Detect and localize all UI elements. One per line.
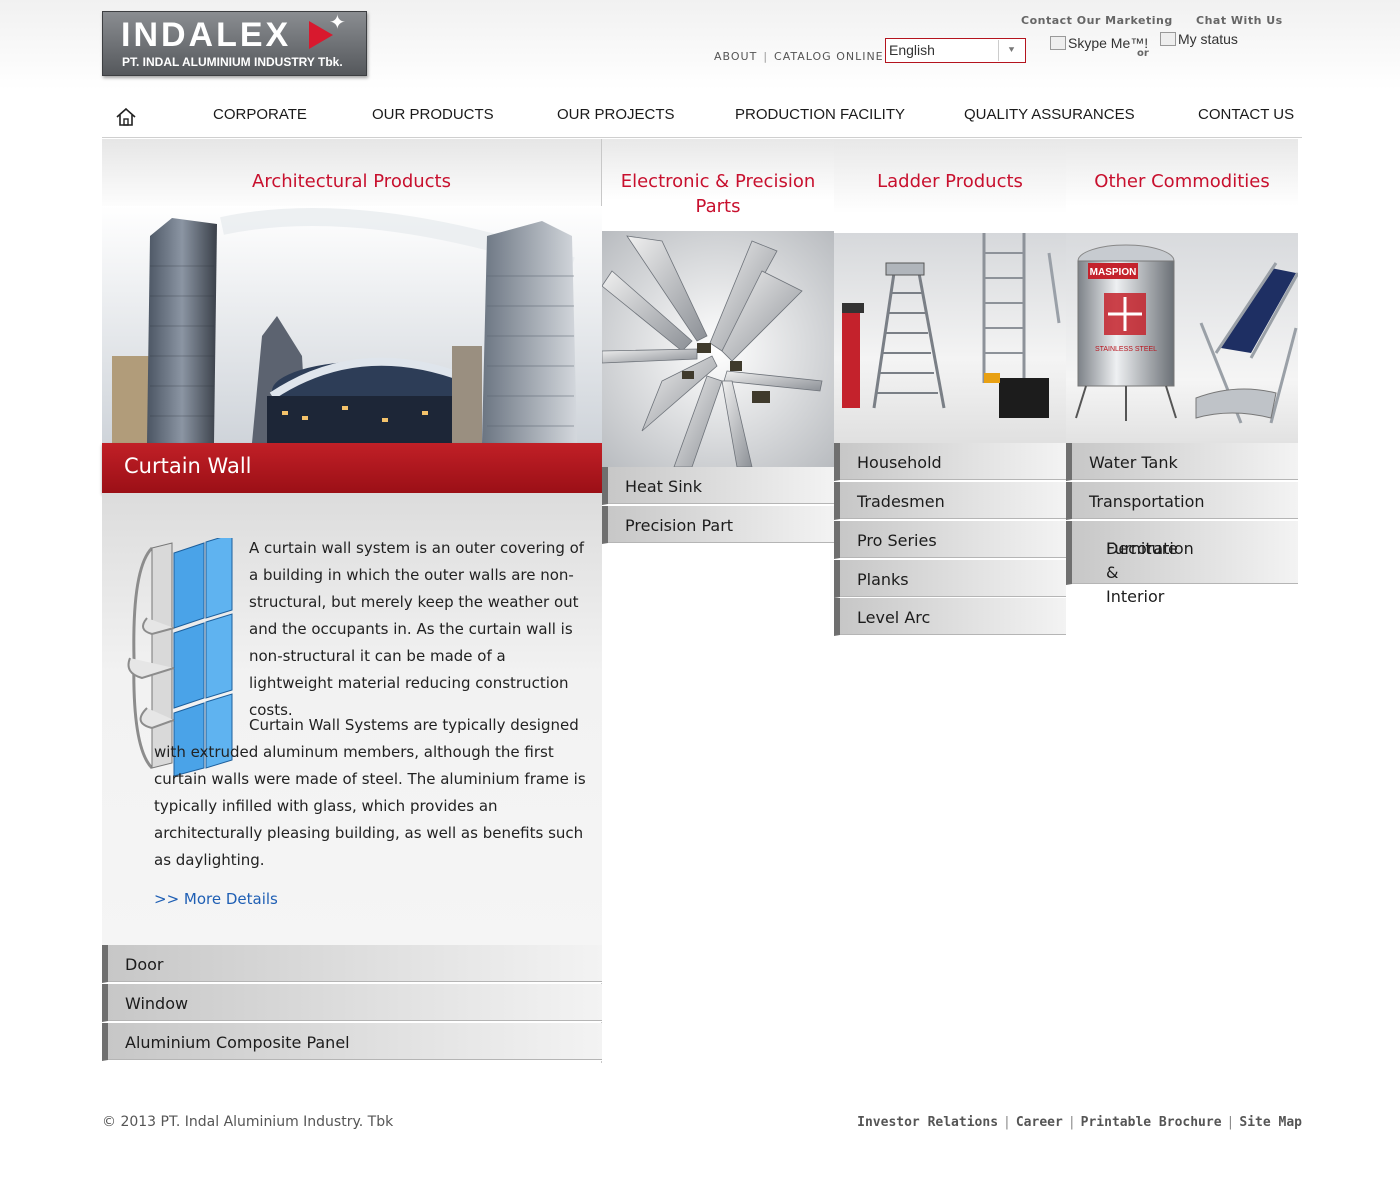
investor-relations-link[interactable]: Investor Relations <box>857 1115 998 1130</box>
my-status-alt-text: My status <box>1178 31 1238 47</box>
logo-wordmark: INDALEX <box>121 16 292 54</box>
other-commodities-heading[interactable]: Other Commodities <box>1066 169 1298 194</box>
ladder-products-column: Ladder Products Household Tradesmen Pro … <box>834 139 1066 637</box>
menu-item-furniture-interior-decoration[interactable]: Furniture & Interior Decoration <box>1066 521 1298 606</box>
skype-or-label: or <box>1137 48 1149 59</box>
menu-item-transportation[interactable]: Transportation <box>1066 482 1298 520</box>
menu-item-label: Pro Series <box>857 531 937 550</box>
company-logo[interactable]: INDALEX PT. INDAL ALUMINIUM INDUSTRY Tbk… <box>102 11 367 76</box>
curtain-wall-paragraph-1: A curtain wall system is an outer coveri… <box>249 539 585 719</box>
menu-item-household[interactable]: Household <box>834 443 1066 481</box>
career-link[interactable]: Career <box>1016 1115 1063 1130</box>
nav-our-products[interactable]: OUR PRODUCTS <box>372 106 494 123</box>
separator: | <box>1226 1115 1235 1130</box>
menu-item-heat-sink[interactable]: Heat Sink <box>602 467 834 505</box>
catalog-online-link[interactable]: CATALOG ONLINE <box>774 50 884 63</box>
nav-production-facility[interactable]: PRODUCTION FACILITY <box>735 106 905 123</box>
more-details-link[interactable]: >> More Details <box>154 890 278 908</box>
menu-item-label: Transportation <box>1089 492 1205 511</box>
menu-item-label: Door <box>125 955 164 974</box>
architectural-products-heading[interactable]: Architectural Products <box>102 169 601 194</box>
separator: | <box>763 50 769 63</box>
curtain-wall-banner[interactable]: Curtain Wall <box>102 443 602 493</box>
menu-item-label: Tradesmen <box>857 492 945 511</box>
menu-item-aluminium-composite-panel[interactable]: Aluminium Composite Panel <box>102 1023 602 1061</box>
chevron-down-icon: ⯆ <box>998 40 1024 61</box>
electronic-heading-line2: Parts <box>695 196 741 217</box>
nav-quality-assurances[interactable]: QUALITY ASSURANCES <box>964 106 1135 123</box>
contact-marketing-label: Contact Our Marketing <box>1021 14 1173 27</box>
menu-item-pro-series[interactable]: Pro Series <box>834 521 1066 559</box>
curtain-wall-description: A curtain wall system is an outer coveri… <box>102 493 602 945</box>
broken-image-icon <box>1160 32 1176 46</box>
ladder-products-heading[interactable]: Ladder Products <box>834 169 1066 194</box>
language-value: English <box>889 42 935 58</box>
separator: | <box>1067 1115 1076 1130</box>
menu-item-tradesmen[interactable]: Tradesmen <box>834 482 1066 520</box>
aluminium-profiles-photo <box>602 231 834 467</box>
skype-me-button[interactable]: Skype Me™! <box>1050 35 1148 51</box>
separator: | <box>1003 1115 1011 1130</box>
architectural-products-column: Architectural Products Curtain Wall A cu… <box>102 139 602 1063</box>
chat-with-us-label: Chat With Us <box>1196 14 1283 27</box>
top-links: ABOUT | CATALOG ONLINE <box>714 50 884 63</box>
menu-item-water-tank[interactable]: Water Tank <box>1066 443 1298 481</box>
logo-subtitle: PT. INDAL ALUMINIUM INDUSTRY Tbk. <box>122 55 343 69</box>
home-icon[interactable] <box>115 107 137 127</box>
menu-item-door[interactable]: Door <box>102 945 602 983</box>
tank-material-label: STAINLESS STEEL <box>1095 346 1157 353</box>
logo-spark-icon: ✦ <box>329 10 346 34</box>
language-select[interactable]: English ⯆ <box>885 38 1026 63</box>
menu-item-label: Water Tank <box>1089 453 1178 472</box>
site-map-link[interactable]: Site Map <box>1239 1115 1302 1130</box>
curtain-wall-paragraph-2: Curtain Wall Systems are typically desig… <box>154 716 586 869</box>
electronic-heading-line1: Electronic & Precision <box>620 171 816 192</box>
menu-item-label: Level Arc <box>857 608 931 627</box>
curtain-wall-title: Curtain Wall <box>124 454 252 478</box>
commodities-photo: MASPION STAINLESS STEEL <box>1066 233 1298 443</box>
broken-image-icon <box>1050 36 1066 50</box>
other-commodities-column: Other Commodities MASPION STAINLESS STEE… <box>1066 139 1298 606</box>
tank-brand-label: MASPION <box>1090 267 1137 278</box>
footer-links: Investor Relations | Career | Printable Broc… <box>857 1115 1302 1130</box>
nav-our-projects[interactable]: OUR PROJECTS <box>557 106 675 123</box>
my-status-button[interactable]: My status <box>1160 31 1238 47</box>
menu-item-label: Household <box>857 453 942 472</box>
electronic-precision-heading[interactable]: Electronic & Precision Parts <box>602 169 834 219</box>
menu-item-level-arc[interactable]: Level Arc <box>834 598 1066 636</box>
furniture-label-line2: Decoration <box>1106 539 1194 558</box>
menu-item-precision-part[interactable]: Precision Part <box>602 506 834 544</box>
buildings-photo <box>102 206 602 443</box>
nav-contact-us[interactable]: CONTACT US <box>1198 106 1294 123</box>
copyright-text: © 2013 PT. Indal Aluminium Industry. Tbk <box>102 1114 394 1130</box>
menu-item-label: Planks <box>857 570 909 589</box>
nav-corporate[interactable]: CORPORATE <box>213 106 307 123</box>
main-nav: CORPORATE OUR PRODUCTS OUR PROJECTS PROD… <box>102 96 1302 138</box>
menu-item-label: Aluminium Composite Panel <box>125 1033 350 1052</box>
ladders-photo <box>834 233 1066 443</box>
printable-brochure-link[interactable]: Printable Brochure <box>1081 1115 1222 1130</box>
menu-item-planks[interactable]: Planks <box>834 560 1066 598</box>
about-link[interactable]: ABOUT <box>714 50 757 63</box>
menu-item-label: Precision Part <box>625 516 734 535</box>
menu-item-label: Heat Sink <box>625 477 703 496</box>
menu-item-window[interactable]: Window <box>102 984 602 1022</box>
menu-item-label: Window <box>125 994 189 1013</box>
electronic-precision-column: Electronic & Precision Parts Heat Sink P… <box>602 139 834 545</box>
